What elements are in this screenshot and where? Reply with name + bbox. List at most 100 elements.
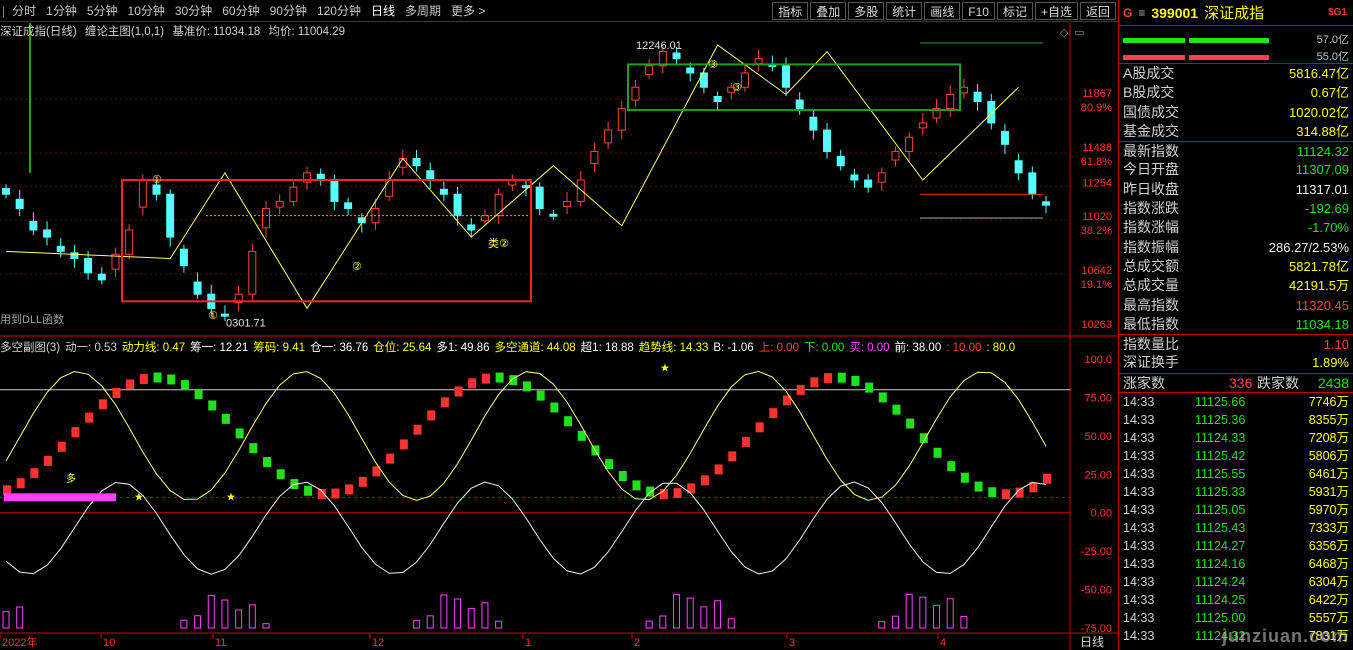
period-tab[interactable]: 60分钟 <box>217 0 264 22</box>
price-axis-label: 61.8% <box>1081 156 1112 168</box>
stat-label: 最低指数 <box>1123 315 1179 332</box>
date-label: 10 <box>103 637 115 649</box>
period-tab[interactable]: 90分钟 <box>265 0 312 22</box>
energy-bar <box>700 606 708 629</box>
candle-body <box>330 179 339 202</box>
pen-marker: ① <box>152 174 162 186</box>
period-tab[interactable]: 10分钟 <box>123 0 170 22</box>
period-tab[interactable]: 30分钟 <box>170 0 217 22</box>
candle-body <box>809 116 818 131</box>
trend-block <box>933 447 942 458</box>
toolbar-button[interactable]: 标记 <box>996 2 1033 20</box>
candle-body <box>740 72 749 88</box>
energy-bar <box>645 620 653 629</box>
toolbar-pipe: | <box>2 4 6 18</box>
trend-block <box>399 439 408 450</box>
stat-label: 指数涨幅 <box>1123 219 1179 236</box>
candle-body <box>686 67 695 74</box>
kline-chart[interactable]: ◇ ▭ 11867 80.9% 11488 61.8% 11254 11020 38.2% 106… <box>0 23 1118 650</box>
candle-body <box>713 96 722 103</box>
menu-icon[interactable]: ≡ <box>1138 6 1145 20</box>
energy-bar <box>673 594 681 629</box>
tick-price: 11125.05 <box>1195 503 1246 518</box>
avg-price: 均价: 11004.29 <box>268 26 346 38</box>
tick-row: 14:33 11124.25 6422万 <box>1119 591 1353 609</box>
period-tab[interactable]: 5分钟 <box>82 0 123 22</box>
trend-block <box>673 488 682 499</box>
sub-axis-label: 50.00 <box>1084 431 1112 443</box>
sub-indicator-value: 前: 38.00 <box>894 342 942 354</box>
tick-time: 14:33 <box>1123 539 1155 554</box>
trend-block <box>1043 473 1051 484</box>
buy-sell-bars: 57.0亿 55.0亿 <box>1119 26 1353 64</box>
period-tab[interactable]: 120分钟 <box>312 0 366 22</box>
toolbar-button[interactable]: 叠加 <box>810 2 847 20</box>
stat-row: 指数量比 1.10 <box>1119 334 1353 353</box>
period-tab[interactable]: 多周期 <box>400 0 446 22</box>
price-axis-label: 38.2% <box>1081 225 1112 237</box>
date-label: 11 <box>215 637 226 649</box>
candle-body <box>97 273 106 281</box>
tick-price: 11125.43 <box>1195 521 1246 536</box>
toolbar-button[interactable]: 画线 <box>924 2 961 20</box>
candle-body <box>262 208 270 229</box>
index-code: 399001 <box>1151 4 1199 21</box>
trend-block <box>755 422 764 433</box>
tick-row: 14:33 11125.43 7333万 <box>1119 519 1353 537</box>
star-marker: ★ <box>226 491 236 503</box>
stat-value: 5816.47亿 <box>1289 66 1349 81</box>
candle-body <box>193 281 202 295</box>
candle-body <box>1014 160 1023 174</box>
stat-label: 最高指数 <box>1123 296 1179 313</box>
toolbar-button[interactable]: +自选 <box>1034 2 1078 20</box>
chart-area[interactable]: ◇ ▭ 11867 80.9% 11488 61.8% 11254 11020 38.2% 106… <box>0 23 1118 650</box>
candle-body <box>576 179 585 202</box>
collapse-icon: ◇ <box>1060 27 1069 39</box>
toolbar-button[interactable]: 统计 <box>886 2 923 20</box>
candle-body <box>549 213 558 217</box>
base-price: 基准价: 11034.18 <box>172 26 261 38</box>
group-tag[interactable]: G <box>1123 6 1132 20</box>
stat-row: B股成交 0.67亿 <box>1119 83 1353 102</box>
class-label: 类② <box>488 236 509 250</box>
energy-bar <box>235 609 243 629</box>
period-tab[interactable]: 日线 <box>366 0 400 22</box>
trend-block <box>618 471 627 482</box>
tick-time: 14:33 <box>1123 629 1155 644</box>
candle-body <box>782 65 790 88</box>
candle-body <box>590 150 599 165</box>
indicator-name[interactable]: 缠论主图(1,0,1) <box>85 26 164 38</box>
tick-volume: 7746万 <box>1308 395 1349 410</box>
down-count: 2438 <box>1317 374 1349 391</box>
stat-row: 最新指数 11124.32 <box>1119 141 1353 160</box>
period-tab[interactable]: 1分钟 <box>41 0 82 22</box>
buy-bar-2 <box>1189 38 1269 43</box>
stats-list: A股成交 5816.47亿 B股成交 0.67亿 国债成交 1020.02亿 基金成交 314… <box>1119 64 1353 373</box>
stat-label: 国债成交 <box>1123 103 1179 120</box>
toolbar-button[interactable]: 返回 <box>1079 2 1116 20</box>
tick-volume: 5557万 <box>1308 611 1349 626</box>
trend-block <box>1001 489 1010 500</box>
tick-volume: 6468万 <box>1308 557 1349 572</box>
period-tab[interactable]: 分时 <box>7 0 41 22</box>
toolbar-button[interactable]: F10 <box>962 2 995 20</box>
trend-block <box>865 382 874 393</box>
tick-time: 14:33 <box>1123 413 1155 428</box>
stat-row: 总成交额 5821.78亿 <box>1119 257 1353 276</box>
stat-row: 深证换手 1.89% <box>1119 353 1353 372</box>
pen-marker: ③ <box>708 59 718 71</box>
tick-time: 14:33 <box>1123 449 1155 464</box>
period-tab[interactable]: 更多 > <box>446 0 490 22</box>
trend-block <box>960 472 969 483</box>
stat-value: 1.10 <box>1323 337 1349 353</box>
toolbar-button[interactable]: 多股 <box>848 2 885 20</box>
toolbar-button[interactable]: 指标 <box>772 2 809 20</box>
trend-block <box>386 453 395 464</box>
group-badge[interactable]: $G1 <box>1328 7 1347 18</box>
energy-bar <box>495 620 503 629</box>
sub-indicator-value[interactable]: 多空副图(3) <box>0 342 60 354</box>
trend-block <box>167 374 176 385</box>
trend-block <box>564 416 573 427</box>
tick-list[interactable]: 14:33 11125.66 7746万 14:33 11125.36 8355万 14:3… <box>1119 392 1353 645</box>
price-axis-label: 11867 <box>1082 88 1112 100</box>
